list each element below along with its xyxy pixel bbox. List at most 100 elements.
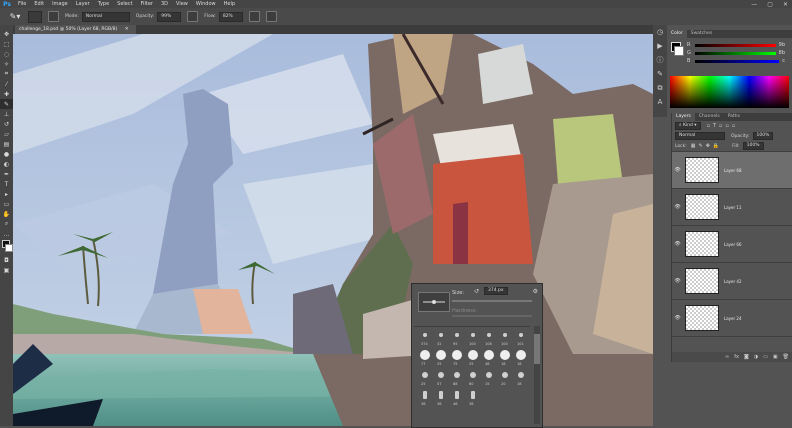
layer-name[interactable]: Layer 11 — [724, 205, 742, 210]
layer-name[interactable]: Layer 66 — [724, 242, 742, 247]
brush-preset[interactable] — [450, 369, 464, 381]
move-tool-icon[interactable]: ✥ — [0, 29, 13, 39]
pen-tool-icon[interactable]: ✒ — [0, 169, 13, 179]
color-spectrum[interactable] — [670, 76, 789, 108]
hand-tool-icon[interactable]: ✋ — [0, 209, 13, 219]
menu-edit[interactable]: Edit — [30, 1, 48, 7]
visibility-eye-icon[interactable]: 👁 — [672, 315, 683, 321]
maximize-button[interactable]: ▢ — [767, 1, 773, 8]
brush-settings-icon[interactable]: ✎ — [653, 67, 667, 81]
magic-wand-tool-icon[interactable]: ✧ — [0, 59, 13, 69]
brush-size-slider[interactable] — [452, 300, 532, 302]
menu-file[interactable]: File — [14, 1, 30, 7]
shape-tool-icon[interactable]: ▭ — [0, 199, 13, 209]
gradient-tool-icon[interactable]: ▤ — [0, 139, 13, 149]
layer-name[interactable]: Layer 24 — [724, 316, 742, 321]
visibility-eye-icon[interactable]: 👁 — [672, 167, 683, 173]
brush-preset-picker[interactable] — [28, 10, 42, 23]
add-mask-icon[interactable]: ◙ — [744, 354, 749, 360]
brush-preset[interactable] — [482, 349, 496, 361]
character-panel-icon[interactable]: A — [653, 95, 667, 109]
brush-preset[interactable] — [482, 369, 496, 381]
clone-source-icon[interactable]: ⧉ — [653, 81, 667, 95]
menu-window[interactable]: Window — [192, 1, 220, 7]
new-layer-icon[interactable]: ▣ — [773, 354, 778, 360]
lasso-tool-icon[interactable]: ◌ — [0, 49, 13, 59]
adjustment-layer-icon[interactable]: ◑ — [754, 354, 758, 360]
airbrush-icon[interactable] — [248, 11, 260, 22]
reset-size-icon[interactable]: ↺ — [474, 288, 479, 295]
layer-name[interactable]: Layer 68 — [724, 168, 742, 173]
layer-name[interactable]: Layer 42 — [724, 279, 742, 284]
visibility-eye-icon[interactable]: 👁 — [672, 278, 683, 284]
more-tools-icon[interactable]: … — [0, 229, 13, 239]
mode-select[interactable]: Normal — [81, 11, 130, 22]
brush-preset[interactable] — [482, 329, 496, 341]
flow-field[interactable]: 82% — [218, 11, 243, 22]
layer-row[interactable]: 👁 Layer 24 — [672, 300, 792, 337]
layer-row[interactable]: 👁 Layer 11 — [672, 189, 792, 226]
document-tab[interactable]: challenge_18.psd @ 50% (Layer 68, RGB/8)… — [15, 25, 137, 34]
brush-preset[interactable] — [498, 329, 512, 341]
blue-value[interactable]: c — [782, 58, 785, 64]
pressure-opacity-icon[interactable] — [187, 11, 199, 22]
fill-field[interactable]: 100% — [742, 142, 764, 150]
menu-help[interactable]: Help — [220, 1, 239, 7]
minimize-button[interactable]: — — [751, 1, 757, 8]
brush-preset[interactable] — [514, 329, 528, 341]
menu-select[interactable]: Select — [113, 1, 136, 7]
brush-size-field[interactable]: 374 px — [484, 287, 508, 295]
green-slider-track[interactable] — [695, 51, 776, 55]
brush-preset[interactable] — [434, 369, 448, 381]
brush-preset[interactable] — [466, 329, 480, 341]
history-brush-tool-icon[interactable]: ↺ — [0, 119, 13, 129]
close-document-icon[interactable]: ✕ — [125, 27, 129, 32]
brush-preset[interactable] — [450, 349, 464, 361]
tool-preset-picker[interactable]: ✎▾ — [4, 10, 26, 23]
pressure-size-icon[interactable] — [265, 11, 277, 22]
brush-preset[interactable] — [466, 369, 480, 381]
blur-tool-icon[interactable]: ● — [0, 149, 13, 159]
visibility-eye-icon[interactable]: 👁 — [672, 204, 683, 210]
green-slider-row[interactable]: G 8b — [687, 49, 785, 57]
tab-color[interactable]: Color — [667, 30, 687, 38]
brush-tool-icon[interactable]: ✎ — [0, 99, 13, 109]
path-selection-tool-icon[interactable]: ▸ — [0, 189, 13, 199]
red-slider-track[interactable] — [695, 43, 776, 47]
document-canvas[interactable] — [13, 34, 653, 426]
layer-row[interactable]: 👁 Layer 66 — [672, 226, 792, 263]
type-tool-icon[interactable]: T — [0, 179, 13, 189]
healing-tool-icon[interactable]: ✚ — [0, 89, 13, 99]
lock-icons[interactable]: ▦✎✥🔒 — [691, 143, 722, 149]
green-value[interactable]: 8b — [779, 50, 785, 56]
link-layers-icon[interactable]: ∞ — [725, 354, 729, 360]
layer-row[interactable]: 👁 Layer 68 — [672, 152, 792, 189]
brush-preset[interactable] — [498, 349, 512, 361]
menu-image[interactable]: Image — [48, 1, 72, 7]
eraser-tool-icon[interactable]: ▱ — [0, 129, 13, 139]
filter-kind-select[interactable]: ⌕ Kind ▾ — [675, 122, 701, 130]
info-panel-icon[interactable]: ⓘ — [653, 53, 667, 67]
play-actions-icon[interactable]: ▶ — [653, 39, 667, 53]
tab-channels[interactable]: Channels — [695, 113, 724, 121]
quick-mask-icon[interactable]: ◘ — [0, 255, 13, 265]
new-group-icon[interactable]: ▭ — [763, 354, 768, 360]
history-panel-icon[interactable]: ◷ — [653, 25, 667, 39]
menu-type[interactable]: Type — [94, 1, 113, 7]
tab-paths[interactable]: Paths — [724, 113, 744, 121]
red-slider-row[interactable]: R 9b — [687, 41, 785, 49]
clone-stamp-tool-icon[interactable]: ⊥ — [0, 109, 13, 119]
layer-opacity-field[interactable]: 100% — [752, 132, 774, 140]
red-value[interactable]: 9b — [779, 42, 785, 48]
blue-slider-row[interactable]: B c — [687, 57, 785, 65]
layer-row[interactable]: 👁 Layer 42 — [672, 263, 792, 300]
blend-mode-select[interactable]: Normal — [675, 132, 725, 140]
brush-preset[interactable] — [434, 329, 448, 341]
visibility-eye-icon[interactable]: 👁 — [672, 241, 683, 247]
menu-3d[interactable]: 3D — [157, 1, 172, 7]
brush-preset[interactable] — [418, 389, 432, 401]
brush-preset[interactable] — [450, 389, 464, 401]
marquee-tool-icon[interactable]: ⬚ — [0, 39, 13, 49]
brush-preset[interactable] — [450, 329, 464, 341]
opacity-field[interactable]: 99% — [157, 11, 182, 22]
